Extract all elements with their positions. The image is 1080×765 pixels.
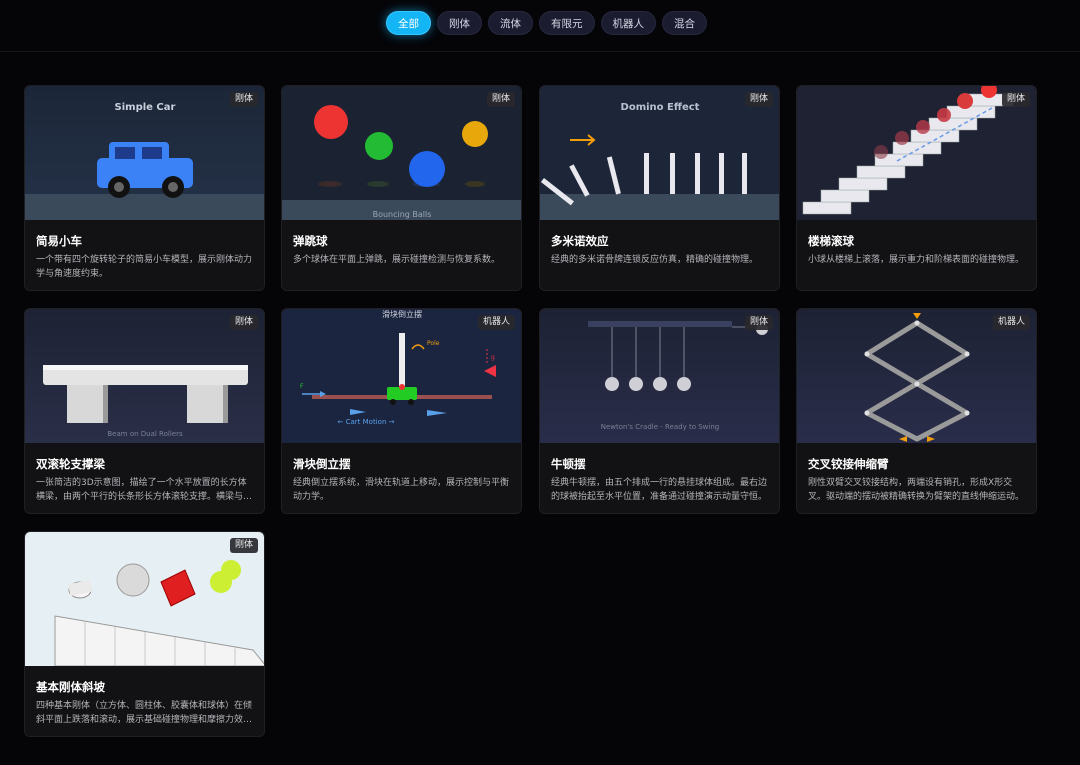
card-title: 牛顿摆: [551, 457, 586, 471]
thumb-caption: Newton's Cradle - Ready to Swing: [601, 423, 719, 431]
card-domino-effect[interactable]: Domino Effect 刚体 多米诺效应 经典的多米诺骨牌连锁反应仿真，精确…: [539, 85, 780, 291]
category-badge: 刚体: [229, 315, 258, 330]
filter-all[interactable]: 全部: [386, 11, 431, 35]
card-thumbnail: Bouncing Balls: [282, 86, 521, 220]
card-thumbnail: [25, 532, 264, 666]
card-title: 基本刚体斜坡: [36, 680, 105, 694]
pole-label: Pole: [427, 340, 440, 347]
category-badge: 刚体: [1001, 92, 1030, 107]
category-badge: 刚体: [229, 92, 258, 107]
category-badge: 机器人: [477, 315, 515, 330]
category-badge: 刚体: [744, 315, 773, 330]
card-title: 滑块倒立摆: [293, 457, 351, 471]
card-title: 简易小车: [36, 234, 82, 248]
thumb-title: 滑块倒立摆: [382, 309, 422, 319]
filter-mixed[interactable]: 混合: [662, 11, 707, 35]
category-badge: 刚体: [744, 92, 773, 107]
card-newtons-cradle[interactable]: Newton's Cradle - Ready to Swing 刚体 牛顿摆 …: [539, 308, 780, 514]
card-title: 交叉铰接伸缩臂: [808, 457, 889, 471]
card-description: 多个球体在平面上弹跳，展示碰撞检测与恢复系数。: [293, 255, 501, 265]
category-badge: 刚体: [229, 538, 258, 553]
filter-fluid[interactable]: 流体: [488, 11, 533, 35]
card-bouncing-balls[interactable]: Bouncing Balls 刚体 弹跳球 多个球体在平面上弹跳，展示碰撞检测与…: [281, 85, 522, 291]
force-label: F: [300, 383, 304, 390]
motion-label: ← Cart Motion →: [338, 418, 395, 426]
category-badge: 刚体: [486, 92, 515, 107]
filter-rigid-body[interactable]: 刚体: [437, 11, 482, 35]
card-cart-pole[interactable]: 滑块倒立摆 Pole g F ← Cart Motion → 机器人 滑块倒立摆…: [281, 308, 522, 514]
thumb-title: Simple Car: [115, 102, 176, 113]
card-description: 刚性双臂交叉铰接结构，两端设有销孔，形成X形交叉。驱动端的摆动被精确转换为臂架的…: [808, 478, 1025, 502]
card-description: 经典的多米诺骨牌连锁反应仿真，精确的碰撞物理。: [551, 255, 759, 265]
card-description: 一张简洁的3D示意图，描绘了一个水平放置的长方体横梁，由两个平行的长条形长方体滚…: [36, 478, 253, 502]
thumb-title: Domino Effect: [621, 102, 700, 113]
thumb-caption: Beam on Dual Rollers: [107, 430, 183, 438]
card-thumbnail: Domino Effect: [540, 86, 779, 220]
filter-robot[interactable]: 机器人: [600, 11, 656, 35]
card-description: 经典牛顿摆，由五个排成一行的悬挂球体组成。最右边的球被抬起至水平位置，准备通过碰…: [551, 478, 768, 502]
card-thumbnail: Beam on Dual Rollers: [25, 309, 264, 443]
card-stair-roll[interactable]: 刚体 楼梯滚球 小球从楼梯上滚落，展示重力和阶梯表面的碰撞物理。: [796, 85, 1037, 291]
card-description: 经典倒立摆系统，滑块在轨道上移动，展示控制与平衡动力学。: [293, 478, 510, 502]
card-title: 双滚轮支撑梁: [36, 457, 105, 471]
card-thumbnail: [797, 86, 1036, 220]
card-thumbnail: Simple Car: [25, 86, 264, 220]
card-title: 弹跳球: [293, 234, 328, 248]
gravity-label: g: [491, 354, 495, 361]
card-rigid-body-ramp[interactable]: 刚体 基本刚体斜坡 四种基本刚体（立方体、圆柱体、胶囊体和球体）在倾斜平面上跌落…: [24, 531, 265, 737]
card-description: 四种基本刚体（立方体、圆柱体、胶囊体和球体）在倾斜平面上跌落和滚动，展示基础碰撞…: [36, 701, 253, 725]
category-badge: 机器人: [992, 315, 1030, 330]
card-simple-car[interactable]: Simple Car 刚体 简易小车 一个带有四个旋转轮子的简易小车模型，展示刚…: [24, 85, 265, 291]
card-scissor-arm[interactable]: 机器人 交叉铰接伸缩臂 刚性双臂交叉铰接结构，两端设有销孔，形成X形交叉。驱动端…: [796, 308, 1037, 514]
filter-bar: 全部 刚体 流体 有限元 机器人 混合: [0, 0, 1080, 52]
card-thumbnail: Newton's Cradle - Ready to Swing: [540, 309, 779, 443]
card-dual-roller-beam[interactable]: Beam on Dual Rollers 刚体 双滚轮支撑梁 一张简洁的3D示意…: [24, 308, 265, 514]
card-description: 小球从楼梯上滚落，展示重力和阶梯表面的碰撞物理。: [808, 255, 1025, 265]
card-description: 一个带有四个旋转轮子的简易小车模型，展示刚体动力学与角速度约束。: [36, 255, 253, 279]
filter-fem[interactable]: 有限元: [539, 11, 595, 35]
thumb-caption: Bouncing Balls: [373, 210, 432, 219]
card-title: 楼梯滚球: [808, 234, 854, 248]
category-filters: 全部 刚体 流体 有限元 机器人 混合: [386, 11, 707, 35]
card-title: 多米诺效应: [551, 234, 609, 248]
